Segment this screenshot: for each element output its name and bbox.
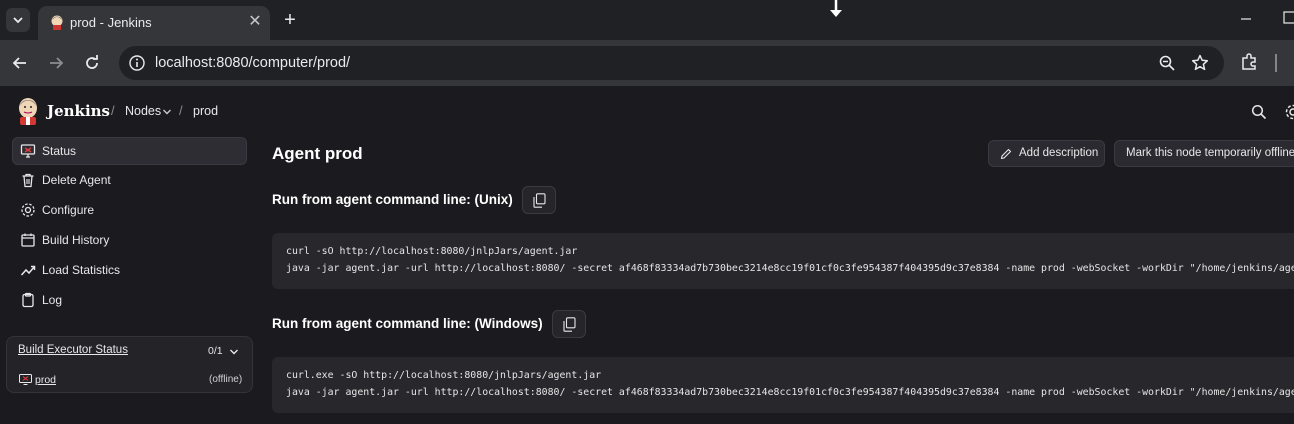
code-line: curl -sO http://localhost:8080/jnlpJars/… [286,246,578,257]
browser-tab-active[interactable]: prod - Jenkins ✕ [38,6,270,40]
browser-toolbar: localhost:8080/computer/prod/ [0,40,1294,86]
gear-icon[interactable] [1284,103,1294,121]
copy-icon [533,193,546,208]
jenkins-page: Jenkins / Nodes / prod Status Delete Age… [0,86,1294,424]
windows-command-heading: Run from agent command line: (Windows) [272,316,543,331]
executor-node-status: (offline) [209,374,243,385]
code-line: java -jar agent.jar -url http://localhos… [286,387,1294,398]
jenkins-brand[interactable]: Jenkins [47,102,110,120]
reload-icon[interactable] [82,53,102,73]
tab-close-icon[interactable]: ✕ [246,13,264,31]
pencil-icon [1000,148,1012,160]
add-description-label: Add description [1019,147,1099,159]
sidebar-item-load-statistics[interactable]: Load Statistics [12,256,247,284]
tab-search-button[interactable] [6,8,30,32]
code-line: curl.exe -sO http://localhost:8080/jnlpJ… [286,370,602,381]
extensions-puzzle-icon[interactable] [1240,52,1260,72]
breadcrumb-separator: / [179,103,183,118]
chart-line-icon [20,265,36,276]
computer-offline-icon [19,374,32,385]
tab-title: prod - Jenkins [70,15,152,30]
chevron-down-icon [13,17,23,24]
back-arrow-icon[interactable] [10,53,30,73]
unix-command-block[interactable]: curl -sO http://localhost:8080/jnlpJars/… [272,233,1294,289]
chevron-down-icon[interactable] [162,107,172,117]
url-text[interactable]: localhost:8080/computer/prod/ [155,55,350,71]
sidebar-item-configure[interactable]: Configure [12,196,247,224]
address-bar[interactable]: localhost:8080/computer/prod/ [119,46,1224,80]
breadcrumb-current[interactable]: prod [193,104,218,118]
executor-count: 0/1 [208,345,223,357]
jenkins-favicon-icon [51,15,63,30]
breadcrumb-separator: / [111,103,115,118]
search-icon[interactable] [1251,104,1267,120]
code-line: java -jar agent.jar -url http://localhos… [286,263,1294,274]
executor-node-link[interactable]: prod [35,374,56,386]
forward-arrow-icon[interactable] [46,53,66,73]
chevron-down-icon[interactable] [229,347,239,357]
add-description-button[interactable]: Add description [988,140,1105,167]
trash-icon [22,173,34,188]
copy-icon [563,317,576,332]
build-executor-status-panel: Build Executor Status 0/1 prod (offline) [6,336,253,393]
sidebar-item-label: Delete Agent [42,173,111,187]
sidebar-item-build-history[interactable]: Build History [12,226,247,254]
resize-cursor-icon [830,0,842,17]
jenkins-logo-icon[interactable] [17,97,39,125]
breadcrumb-nodes[interactable]: Nodes [125,104,161,118]
sidebar-item-label: Build History [42,233,110,247]
history-icon [21,233,35,247]
gear-icon [21,203,35,217]
sidebar-item-label: Log [42,293,63,307]
sidebar-item-label: Load Statistics [42,263,121,277]
sidebar-item-label: Status [42,144,77,158]
zoom-icon[interactable] [1158,54,1176,72]
toolbar-divider [1275,54,1277,72]
mark-offline-label: Mark this node temporarily offline [1126,147,1294,159]
sidebar-item-label: Configure [42,203,95,217]
build-executor-status-link[interactable]: Build Executor Status [18,344,128,356]
new-tab-button[interactable]: + [280,8,300,32]
sidebar-item-log[interactable]: Log [12,286,247,314]
windows-command-block[interactable]: curl.exe -sO http://localhost:8080/jnlpJ… [272,357,1294,413]
copy-windows-command-button[interactable] [552,310,586,338]
clipboard-icon [22,292,34,308]
browser-tabstrip: prod - Jenkins ✕ + [0,0,1294,40]
monitor-icon [20,144,36,158]
sidebar-item-status[interactable]: Status [12,137,247,165]
site-info-icon[interactable] [128,54,146,72]
copy-unix-command-button[interactable] [522,186,556,214]
unix-command-heading: Run from agent command line: (Unix) [272,192,513,207]
sidebar-item-delete-agent[interactable]: Delete Agent [12,166,247,194]
bookmark-star-icon[interactable] [1191,54,1209,72]
window-maximize-icon[interactable] [1283,11,1294,25]
page-title: Agent prod [272,144,363,163]
mark-offline-button[interactable]: Mark this node temporarily offline [1114,140,1294,167]
window-minimize-icon[interactable] [1238,10,1254,26]
